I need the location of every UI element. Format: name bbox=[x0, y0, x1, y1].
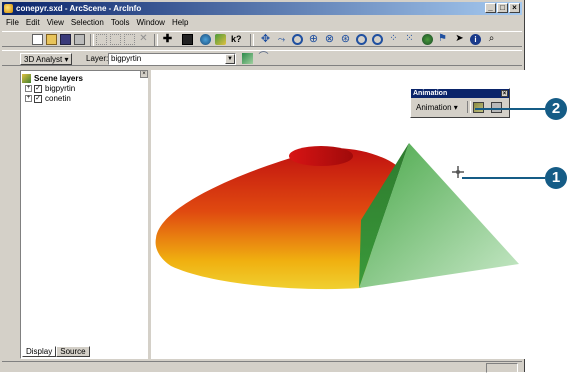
scene-layers-icon bbox=[22, 74, 31, 84]
zoom-in-out-icon[interactable] bbox=[292, 34, 303, 45]
pointer-icon[interactable]: ➤ bbox=[454, 34, 465, 45]
minimize-button[interactable]: _ bbox=[485, 3, 496, 13]
tab-display[interactable]: Display bbox=[22, 346, 57, 357]
layer-select[interactable]: bigpyrtin ▼ bbox=[108, 53, 236, 65]
layer-select-value: bigpyrtin bbox=[111, 54, 142, 63]
menu-selection[interactable]: Selection bbox=[71, 17, 104, 29]
tab-source[interactable]: Source bbox=[56, 346, 90, 357]
animation-toolbar[interactable]: Animation × Animation ▾ bbox=[410, 88, 510, 118]
layer-label: Layer: bbox=[86, 54, 109, 63]
toc-tabs: Display Source bbox=[22, 346, 90, 357]
arcscene-window: conepyr.sxd - ArcScene - ArcInfo _ □ × F… bbox=[0, 0, 525, 373]
table-of-contents: Scene layers + ✓ bigpyrtin + ✓ conetin bbox=[20, 70, 148, 359]
globe-icon[interactable] bbox=[200, 34, 211, 45]
menu-window[interactable]: Window bbox=[137, 17, 165, 29]
surface-analysis-icon[interactable] bbox=[242, 53, 253, 64]
identify-icon[interactable]: ⚑ bbox=[437, 34, 448, 45]
zoom-out-icon[interactable] bbox=[372, 34, 383, 45]
zoom-to-target-icon[interactable]: ⊗ bbox=[324, 34, 335, 45]
contour-icon[interactable]: ⌒ bbox=[258, 53, 269, 64]
copy-icon[interactable] bbox=[110, 34, 121, 45]
full-extent-icon[interactable]: ⁙ bbox=[404, 34, 415, 45]
fly-icon[interactable]: ⤳ bbox=[276, 34, 287, 45]
menu-file[interactable]: File bbox=[6, 17, 19, 29]
info-icon[interactable]: i bbox=[470, 34, 481, 45]
callout-1-leader bbox=[462, 177, 545, 179]
set-observer-icon[interactable]: ⊛ bbox=[340, 34, 351, 45]
delete-icon[interactable]: ✕ bbox=[138, 34, 149, 45]
toc-close-icon[interactable]: × bbox=[140, 70, 148, 78]
zoom-in-icon[interactable] bbox=[356, 34, 367, 45]
3d-analyst-dropdown[interactable]: 3D Analyst ▾ bbox=[20, 53, 73, 65]
menu-edit[interactable]: Edit bbox=[26, 17, 40, 29]
find-icon[interactable]: ⌕ bbox=[486, 34, 497, 45]
new-icon[interactable] bbox=[32, 34, 43, 45]
target-center-icon[interactable]: ⊕ bbox=[308, 34, 319, 45]
menu-tools[interactable]: Tools bbox=[111, 17, 130, 29]
cone-crater bbox=[289, 146, 353, 166]
menu-view[interactable]: View bbox=[47, 17, 64, 29]
callout-1: 1 bbox=[545, 167, 567, 189]
scene-layers-node[interactable]: Scene layers bbox=[22, 74, 83, 84]
menu-bar: File Edit View Selection Tools Window He… bbox=[2, 17, 188, 29]
chevron-down-icon[interactable]: ▼ bbox=[225, 54, 235, 64]
layer-item-bigpyrtin[interactable]: + ✓ bigpyrtin bbox=[22, 84, 83, 94]
pan-icon[interactable]: ⁘ bbox=[388, 34, 399, 45]
title-bar: conepyr.sxd - ArcScene - ArcInfo _ □ × bbox=[2, 2, 522, 15]
callout-2: 2 bbox=[545, 98, 567, 120]
status-bar bbox=[2, 361, 522, 373]
expand-icon[interactable]: + bbox=[25, 85, 32, 93]
animation-close-button[interactable]: × bbox=[501, 90, 508, 97]
layer-checkbox[interactable]: ✓ bbox=[34, 84, 42, 93]
open-icon[interactable] bbox=[46, 34, 57, 45]
menu-help[interactable]: Help bbox=[172, 17, 188, 29]
window-title: conepyr.sxd - ArcScene - ArcInfo bbox=[16, 4, 142, 13]
save-icon[interactable] bbox=[60, 34, 71, 45]
layer-checkbox[interactable]: ✓ bbox=[34, 94, 42, 103]
standard-toolbar: ✕ ✚ k? ✥ ⤳ ⊕ ⊗ ⊛ ⁘ ⁙ ⚑ ➤ i ⌕ bbox=[2, 31, 522, 47]
layer-item-conetin[interactable]: + ✓ conetin bbox=[22, 94, 83, 104]
expand-icon[interactable]: + bbox=[25, 95, 32, 103]
cut-icon[interactable] bbox=[96, 34, 107, 45]
animation-toolbar-title: Animation × bbox=[411, 89, 509, 98]
layer-name: bigpyrtin bbox=[45, 84, 76, 93]
scene-properties-icon[interactable] bbox=[182, 34, 193, 45]
add-data-icon[interactable]: ✚ bbox=[162, 34, 173, 45]
cursor-center bbox=[456, 170, 460, 174]
animation-menu[interactable]: Animation ▾ bbox=[416, 103, 458, 112]
paste-icon[interactable] bbox=[124, 34, 135, 45]
print-icon[interactable] bbox=[74, 34, 85, 45]
3d-analyst-toolbar: 3D Analyst ▾ Layer: bigpyrtin ▼ ⌒ bbox=[2, 50, 522, 66]
whats-this-icon[interactable]: k? bbox=[231, 34, 242, 45]
callout-2-leader bbox=[475, 108, 545, 110]
navigate-icon[interactable]: ✥ bbox=[260, 34, 271, 45]
arcscene-app-icon bbox=[4, 4, 13, 13]
close-button[interactable]: × bbox=[509, 3, 520, 13]
scene-layers-label: Scene layers bbox=[34, 74, 83, 83]
select-features-icon[interactable] bbox=[422, 34, 433, 45]
maximize-button[interactable]: □ bbox=[497, 3, 508, 13]
layer-name: conetin bbox=[45, 94, 71, 103]
arcmap-icon[interactable] bbox=[215, 34, 226, 45]
